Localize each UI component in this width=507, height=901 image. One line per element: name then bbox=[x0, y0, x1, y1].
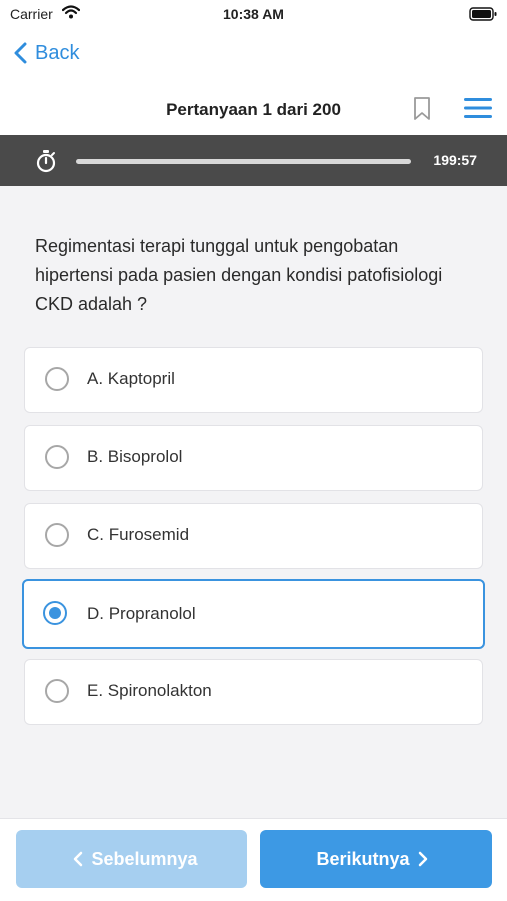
radio-button[interactable] bbox=[45, 445, 69, 469]
option-b[interactable]: B. Bisoprolol bbox=[24, 425, 483, 491]
option-d[interactable]: D. Propranolol bbox=[22, 579, 485, 649]
radio-button[interactable] bbox=[45, 367, 69, 391]
radio-button[interactable] bbox=[45, 523, 69, 547]
chevron-left-icon bbox=[73, 851, 83, 867]
timer-progress-track bbox=[76, 159, 411, 164]
previous-button[interactable]: Sebelumnya bbox=[16, 830, 247, 888]
option-c[interactable]: C. Furosemid bbox=[24, 503, 483, 569]
menu-icon[interactable] bbox=[463, 96, 493, 125]
next-label: Berikutnya bbox=[316, 848, 410, 869]
option-a[interactable]: A. Kaptopril bbox=[24, 347, 483, 413]
previous-label: Sebelumnya bbox=[91, 848, 198, 869]
navigation-bar: Back Pertanyaan 1 dari 200 bbox=[0, 28, 507, 135]
question-text: Regimentasi terapi tunggal untuk pengoba… bbox=[35, 236, 443, 314]
battery-icon bbox=[469, 7, 497, 24]
option-e[interactable]: E. Spironolakton bbox=[24, 659, 483, 725]
back-button[interactable]: Back bbox=[14, 38, 79, 68]
timer-remaining: 199:57 bbox=[433, 152, 477, 168]
chevron-right-icon bbox=[418, 851, 428, 867]
radio-button[interactable] bbox=[45, 679, 69, 703]
option-label: E. Spironolakton bbox=[87, 681, 212, 700]
status-bar: Carrier 10:38 AM bbox=[0, 0, 507, 28]
back-label: Back bbox=[35, 41, 80, 64]
timer-bar: 199:57 bbox=[0, 135, 507, 186]
status-time: 10:38 AM bbox=[223, 6, 284, 22]
stopwatch-icon bbox=[35, 149, 57, 178]
option-label: C. Furosemid bbox=[87, 525, 190, 544]
chevron-left-icon bbox=[14, 42, 27, 64]
option-label: A. Kaptopril bbox=[87, 369, 175, 388]
option-label: D. Propranolol bbox=[87, 604, 196, 623]
bookmark-icon[interactable] bbox=[412, 96, 432, 127]
radio-button-selected[interactable] bbox=[43, 601, 67, 625]
next-button[interactable]: Berikutnya bbox=[260, 830, 492, 888]
option-label: B. Bisoprolol bbox=[87, 447, 183, 466]
footer-bar: Sebelumnya Berikutnya bbox=[0, 818, 507, 901]
